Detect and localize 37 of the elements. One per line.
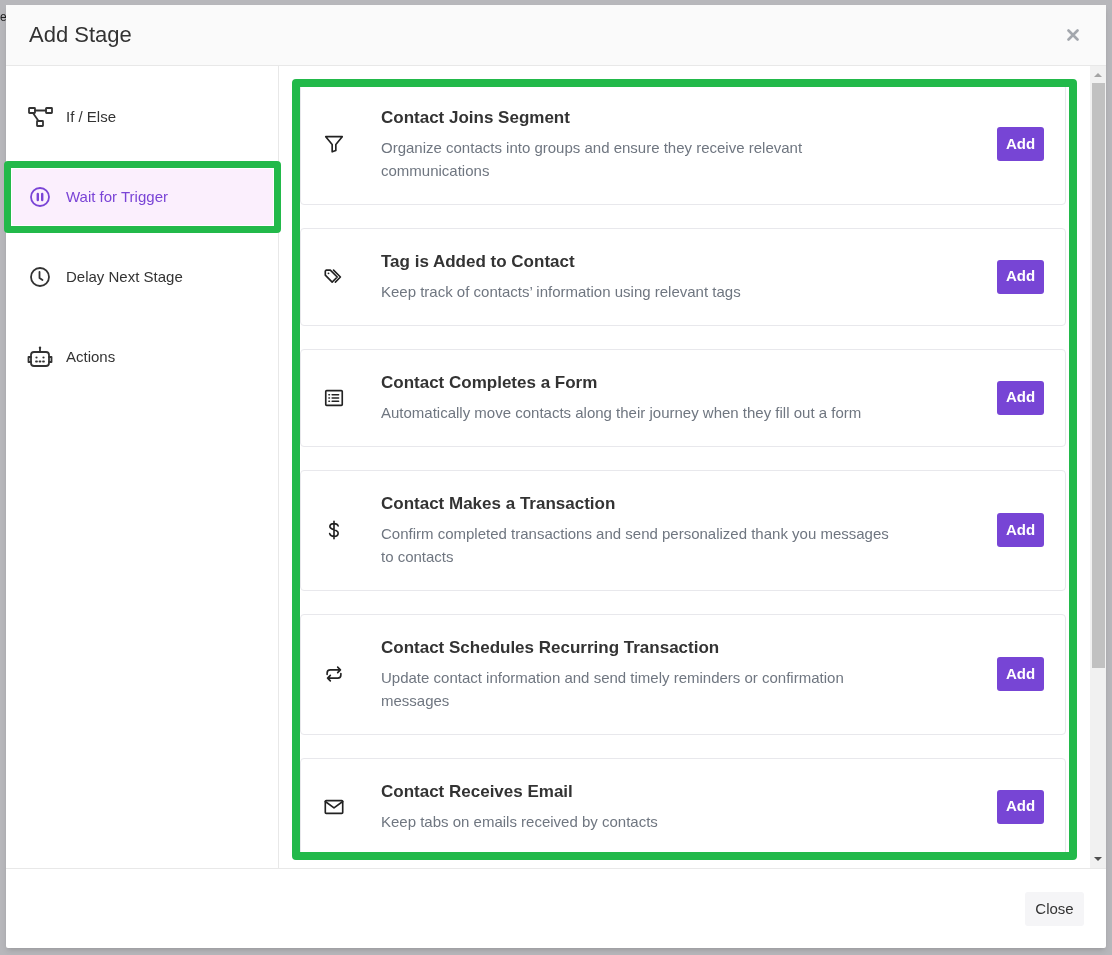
sidebar-item[interactable]: Delay Next Stage (12, 249, 273, 305)
branch-icon (27, 107, 53, 127)
trigger-title: Contact Joins Segment (381, 107, 571, 129)
add-button[interactable]: Add (997, 789, 1044, 824)
trigger-title: Contact Completes a Form (381, 372, 599, 394)
trigger-description: Update contact information and send timely reminders or confirmation messages (381, 668, 845, 711)
close-button[interactable] (1066, 28, 1080, 42)
dialog-title: Add Stage (29, 21, 132, 49)
sidebar-item[interactable]: If / Else (12, 89, 273, 145)
robot-icon (27, 346, 53, 368)
scroll-up-arrow-icon[interactable] (1094, 73, 1102, 77)
scroll-down-arrow-icon[interactable] (1094, 857, 1102, 861)
close-icon (1067, 29, 1079, 41)
pause-icon (29, 186, 51, 208)
trigger-description: Automatically move contacts along their journey when they fill out a form (381, 403, 863, 423)
trigger-title: Tag is Added to Contact (381, 251, 576, 273)
background-text: e (0, 10, 7, 24)
add-button[interactable]: Add (997, 127, 1044, 161)
close-button[interactable]: Close (1025, 892, 1084, 926)
scrollbar[interactable] (1090, 66, 1106, 868)
trigger-title: Contact Makes a Transaction (381, 493, 617, 515)
trigger-description: Confirm completed transactions and send personalized thank you messages to contacts (381, 524, 890, 567)
trigger-description: Organize contacts into groups and ensure they receive relevant communications (381, 138, 804, 181)
add-button[interactable]: Add (997, 380, 1044, 415)
sidebar-item[interactable]: Wait for Trigger (12, 169, 273, 225)
scrollbar-thumb[interactable] (1091, 83, 1105, 668)
add-button[interactable]: Add (997, 513, 1044, 547)
add-button[interactable]: Add (997, 259, 1044, 294)
trigger-title: Contact Schedules Recurring Transaction (381, 637, 721, 659)
trigger-description: Keep track of contacts’ information using relevant tags (381, 282, 742, 302)
trigger-description: Keep tabs on emails received by contacts (381, 812, 659, 832)
sidebar-item[interactable]: Actions (12, 329, 273, 385)
trigger-title: Contact Receives Email (381, 781, 574, 803)
add-button[interactable]: Add (997, 657, 1044, 691)
repeat-icon (323, 663, 345, 685)
filter-icon (323, 133, 345, 155)
clock-icon (29, 266, 51, 288)
